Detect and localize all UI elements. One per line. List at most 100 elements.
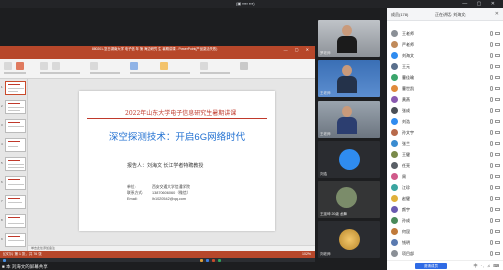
members-title[interactable]: 成员(178) — [391, 12, 408, 18]
slide-thumbnail[interactable]: 7 — [0, 193, 27, 212]
font-icon[interactable] — [40, 62, 48, 70]
camera-icon[interactable] — [495, 87, 500, 90]
video-tile[interactable]: 罗老师 — [318, 20, 380, 57]
mic-icon[interactable] — [490, 185, 493, 190]
mic-icon[interactable] — [490, 152, 493, 157]
participant-row[interactable]: 曹世凯 — [387, 83, 503, 94]
video-tile[interactable]: 刘老师 — [318, 221, 380, 258]
dictate-icon[interactable] — [240, 62, 248, 70]
camera-icon[interactable] — [495, 43, 500, 46]
mic-icon[interactable] — [490, 42, 493, 47]
input-method-indicator[interactable]: 中 ·, ♫ ⌨ — [473, 263, 500, 269]
participant-row[interactable]: 严老师 — [387, 39, 503, 50]
participant-row[interactable]: 刘浩 — [387, 116, 503, 127]
slide-thumbnail[interactable]: 3 — [0, 117, 27, 136]
mic-icon[interactable] — [490, 31, 493, 36]
participant-row[interactable]: 任亮 — [387, 160, 503, 171]
video-tile[interactable]: 王老师 — [318, 101, 380, 138]
participant-row[interactable]: 何昆 — [387, 226, 503, 237]
window-controls[interactable]: — ▢ ✕ — [462, 0, 499, 8]
camera-icon[interactable] — [495, 32, 500, 35]
participant-row[interactable]: 项目部 — [387, 248, 503, 259]
close-icon[interactable]: ✕ — [495, 11, 499, 17]
participant-row[interactable]: 王健 — [387, 149, 503, 160]
invite-members-button[interactable]: 邀请成员 — [415, 263, 447, 269]
participant-row[interactable]: 周 — [387, 171, 503, 182]
shapes-icon[interactable] — [130, 62, 138, 70]
participant-row[interactable]: 赵健 — [387, 193, 503, 204]
slide-thumbnail[interactable]: 9 — [0, 231, 27, 250]
explorer-icon[interactable] — [200, 258, 203, 262]
participant-row[interactable]: 刘海文 — [387, 50, 503, 61]
participant-row[interactable]: 黄燕 — [387, 94, 503, 105]
mic-icon[interactable] — [490, 251, 493, 256]
mic-icon[interactable] — [490, 53, 493, 58]
slide-thumbnail[interactable]: 8 — [0, 212, 27, 231]
video-tile[interactable]: 刘浩 — [318, 141, 380, 178]
mic-icon[interactable] — [490, 240, 493, 245]
mic-icon[interactable] — [490, 141, 493, 146]
camera-icon[interactable] — [495, 153, 500, 156]
video-tile[interactable]: 王老师 — [318, 60, 380, 97]
current-slide[interactable]: 2022年山东大学电子信息研究生暑期讲课 深空探测技术：开启6G网络时代 报告人… — [79, 91, 275, 231]
camera-icon[interactable] — [495, 120, 500, 123]
browser-icon[interactable] — [206, 258, 209, 262]
mic-icon[interactable] — [490, 108, 493, 113]
mic-icon[interactable] — [490, 86, 493, 91]
participant-row[interactable]: 王元 — [387, 61, 503, 72]
camera-icon[interactable] — [495, 219, 500, 222]
camera-icon[interactable] — [495, 175, 500, 178]
camera-icon[interactable] — [495, 208, 500, 211]
find-icon[interactable] — [200, 62, 208, 70]
new-slide-icon[interactable] — [16, 62, 24, 70]
camera-icon[interactable] — [495, 54, 500, 57]
slide-thumbnail-pane[interactable]: 1 2 3 4 5 6 7 8 9 — [0, 79, 28, 251]
start-icon[interactable] — [3, 258, 6, 262]
camera-icon[interactable] — [495, 76, 500, 79]
video-tile[interactable]: 王延坤 20级 龙舞 — [318, 181, 380, 218]
participant-row[interactable]: 曹佳瑜 — [387, 72, 503, 83]
participant-row[interactable]: 钱明 — [387, 237, 503, 248]
camera-icon[interactable] — [495, 142, 500, 145]
mic-icon[interactable] — [490, 97, 493, 102]
participant-row[interactable]: 张成 — [387, 105, 503, 116]
camera-icon[interactable] — [495, 98, 500, 101]
mic-icon[interactable] — [490, 207, 493, 212]
participant-list[interactable]: 王老师 严老师 刘海文 王元 曹佳瑜 曹世凯 黄燕 张成 刘浩 孙文宇 张兰 王… — [387, 28, 503, 260]
mic-icon[interactable] — [490, 196, 493, 201]
mic-icon[interactable] — [490, 174, 493, 179]
camera-icon[interactable] — [495, 197, 500, 200]
participant-row[interactable]: 江珍 — [387, 182, 503, 193]
mic-icon[interactable] — [490, 130, 493, 135]
camera-icon[interactable] — [495, 230, 500, 233]
camera-icon[interactable] — [495, 252, 500, 255]
powerpoint-icon[interactable] — [212, 258, 215, 262]
camera-icon[interactable] — [495, 131, 500, 134]
mic-icon[interactable] — [490, 75, 493, 80]
participant-row[interactable]: 王老师 — [387, 28, 503, 39]
paste-icon[interactable] — [4, 62, 12, 70]
camera-icon[interactable] — [495, 186, 500, 189]
bold-icon[interactable] — [52, 62, 60, 70]
mic-icon[interactable] — [490, 218, 493, 223]
participant-row[interactable]: 孙文宇 — [387, 127, 503, 138]
wechat-icon[interactable] — [218, 258, 221, 262]
participant-row[interactable]: 张兰 — [387, 138, 503, 149]
mic-icon[interactable] — [490, 229, 493, 234]
slide-thumbnail[interactable]: 1 — [0, 79, 27, 98]
slide-thumbnail[interactable]: 6 — [0, 174, 27, 193]
slide-thumbnail[interactable]: 4 — [0, 136, 27, 155]
slide-thumbnail[interactable]: 2 — [0, 98, 27, 117]
camera-icon[interactable] — [495, 65, 500, 68]
arrange-icon[interactable] — [160, 62, 168, 70]
mic-icon[interactable] — [490, 163, 493, 168]
participant-row[interactable]: 孙成 — [387, 215, 503, 226]
mic-icon[interactable] — [490, 64, 493, 69]
camera-icon[interactable] — [495, 109, 500, 112]
slide-thumbnail[interactable]: 5 — [0, 155, 27, 174]
zoom-level[interactable]: 102% — [302, 251, 311, 258]
paragraph-icon[interactable] — [90, 62, 98, 70]
participant-row[interactable]: 颜宇 — [387, 204, 503, 215]
mic-icon[interactable] — [490, 119, 493, 124]
camera-icon[interactable] — [495, 164, 500, 167]
